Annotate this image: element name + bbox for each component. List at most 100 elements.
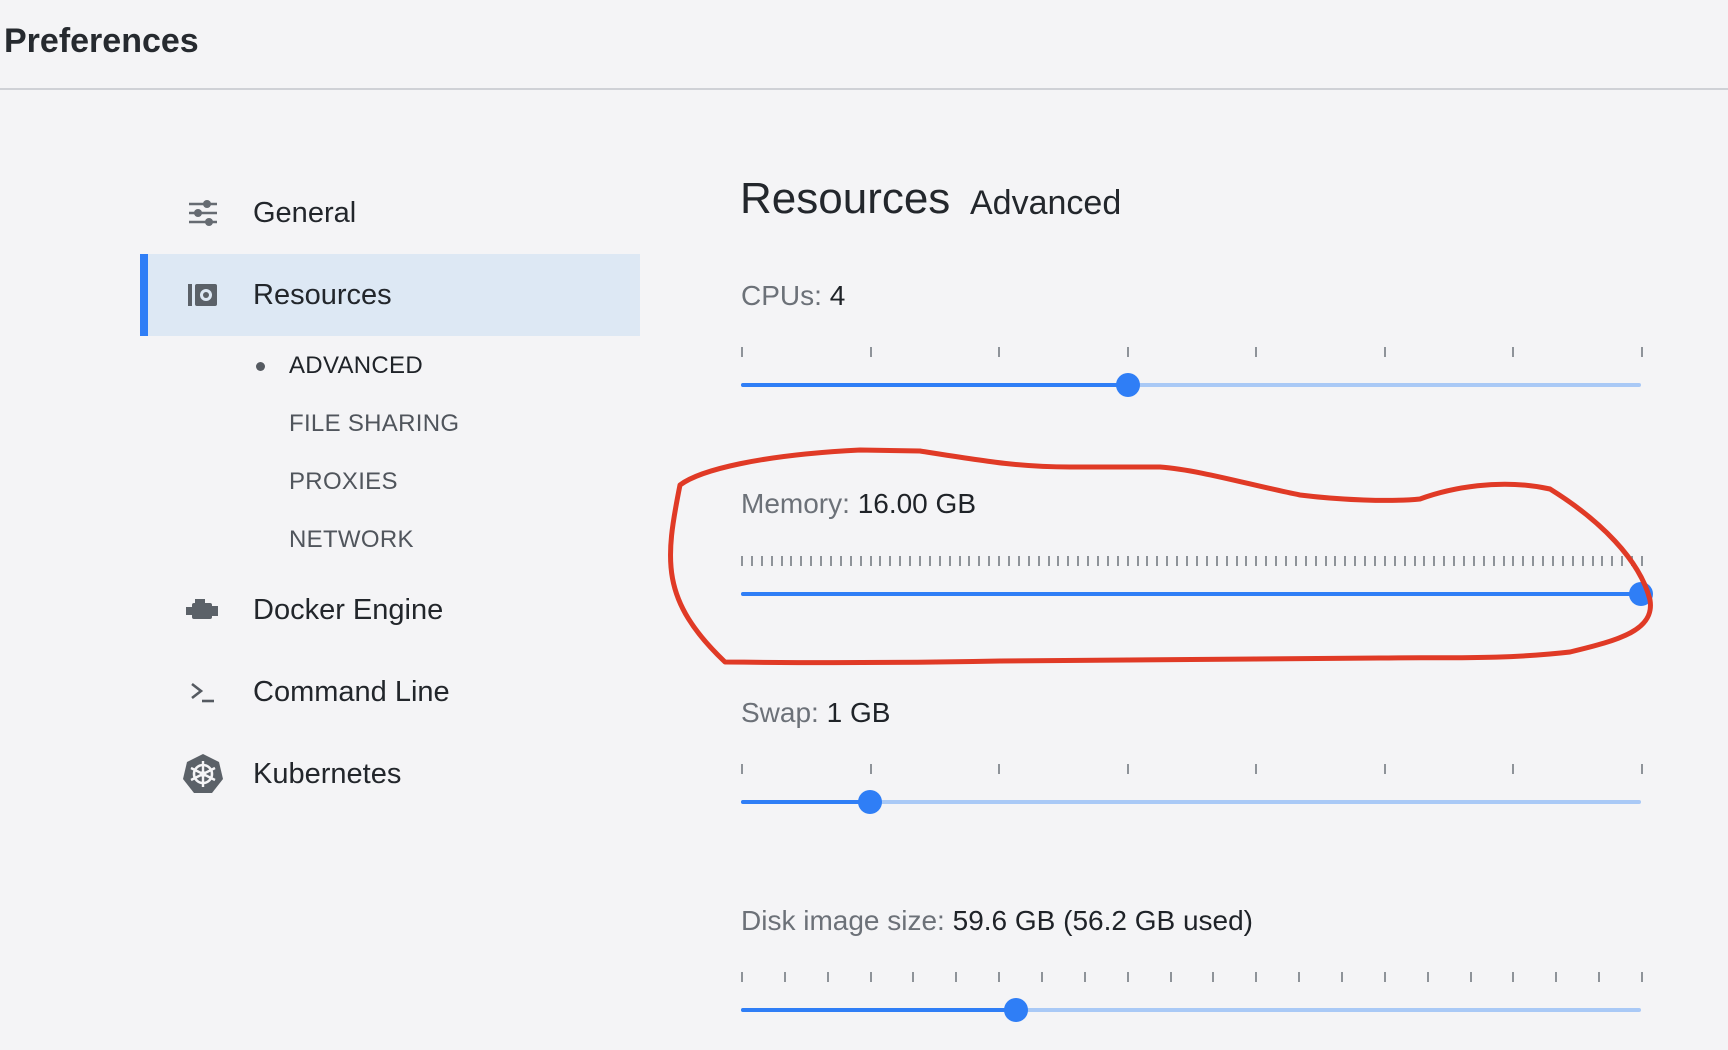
slider-tick: [998, 972, 1001, 982]
swap-label: Swap: 1 GB: [741, 697, 890, 729]
slider-tick: [1245, 556, 1248, 566]
slider-tick: [1156, 556, 1159, 566]
slider-tick: [820, 556, 823, 566]
sidebar: General Resources ADVANCED FILE SHARING …: [0, 0, 660, 1050]
slider-tick: [1166, 556, 1169, 566]
slider-tick: [958, 556, 961, 566]
slider-thumb[interactable]: [1629, 582, 1653, 606]
slider-tick: [1037, 556, 1040, 566]
disk-image-size-slider[interactable]: [741, 972, 1643, 1032]
sidebar-item-label: Command Line: [253, 675, 450, 708]
memory-label: Memory: 16.00 GB: [741, 488, 976, 520]
page-subtitle: Advanced: [970, 184, 1122, 222]
slider-tick: [938, 556, 941, 566]
subitem-proxies[interactable]: PROXIES: [289, 468, 398, 496]
slider-tick: [1255, 764, 1258, 774]
slider-tick: [1275, 556, 1278, 566]
subitem-file-sharing[interactable]: FILE SHARING: [289, 410, 459, 438]
slider-tick: [1512, 972, 1515, 982]
slider-tick: [1598, 972, 1601, 982]
sidebar-item-kubernetes[interactable]: Kubernetes: [140, 733, 640, 815]
slider-tick: [1255, 972, 1258, 982]
slider-fill: [741, 383, 1128, 387]
slider-tick: [1611, 556, 1614, 566]
slider-tick: [1027, 556, 1030, 566]
slider-tick: [1423, 556, 1426, 566]
slider-tick: [889, 556, 892, 566]
slider-tick: [912, 972, 915, 982]
swap-key: Swap:: [741, 697, 819, 728]
sidebar-item-docker-engine[interactable]: Docker Engine: [140, 569, 640, 651]
sidebar-item-general[interactable]: General: [140, 172, 640, 254]
slider-thumb[interactable]: [1116, 373, 1140, 397]
slider-ticks: [741, 347, 1643, 359]
slider-tick: [1364, 556, 1367, 566]
slider-tick: [968, 556, 971, 566]
memory-slider[interactable]: [741, 556, 1653, 616]
slider-tick: [1641, 347, 1643, 357]
slider-tick: [1265, 556, 1268, 566]
slider-tick: [1581, 556, 1584, 566]
slider-thumb[interactable]: [857, 790, 882, 814]
slider-tick: [869, 556, 872, 566]
slider-tick: [1571, 556, 1574, 566]
slider-tick: [1298, 972, 1301, 982]
slider-tick: [1512, 764, 1515, 774]
slider-tick: [790, 556, 793, 566]
slider-fill: [741, 800, 870, 804]
slider-tick: [998, 764, 1001, 774]
cpus-slider[interactable]: [741, 347, 1643, 407]
terminal-icon: [182, 671, 224, 713]
kubernetes-icon: [182, 753, 224, 795]
slider-fill: [741, 1008, 1017, 1012]
slider-tick: [741, 556, 743, 566]
slider-tick: [1169, 972, 1172, 982]
slider-tick: [869, 347, 872, 357]
slider-tick: [1314, 556, 1317, 566]
slider-tick: [928, 556, 931, 566]
slider-tick: [1097, 556, 1100, 566]
slider-fill: [741, 592, 1641, 596]
slider-tick: [826, 972, 829, 982]
slider-tick: [1502, 556, 1505, 566]
page-title: Resources: [740, 174, 951, 223]
subitem-network[interactable]: NETWORK: [289, 526, 414, 554]
slider-tick: [839, 556, 842, 566]
sidebar-item-command-line[interactable]: Command Line: [140, 651, 640, 733]
slider-tick: [1373, 556, 1376, 566]
slider-tick: [760, 556, 763, 566]
slider-tick: [1215, 556, 1218, 566]
slider-tick: [998, 347, 1001, 357]
slider-tick: [859, 556, 862, 566]
slider-tick: [1512, 556, 1515, 566]
subitem-advanced[interactable]: ADVANCED: [289, 352, 423, 380]
slider-tick: [1017, 556, 1020, 566]
slider-tick: [1354, 556, 1357, 566]
slider-tick: [1551, 556, 1554, 566]
slider-tick: [869, 972, 872, 982]
sidebar-item-label: Resources: [253, 278, 392, 311]
slider-tick: [1176, 556, 1179, 566]
slider-thumb[interactable]: [1004, 998, 1029, 1022]
swap-slider[interactable]: [741, 764, 1643, 824]
slider-tick: [1555, 972, 1558, 982]
slider-tick: [1083, 972, 1086, 982]
sliders-icon: [182, 192, 224, 234]
slider-tick: [1641, 764, 1643, 774]
sidebar-item-resources[interactable]: Resources: [140, 254, 640, 336]
slider-tick: [1126, 347, 1129, 357]
current-subitem-bullet: [256, 362, 265, 371]
slider-tick: [869, 764, 872, 774]
slider-tick: [988, 556, 991, 566]
cpus-key: CPUs:: [741, 280, 822, 311]
slider-tick: [1255, 347, 1258, 357]
slider-tick: [810, 556, 813, 566]
slider-tick: [998, 556, 1001, 566]
slider-tick: [1126, 764, 1129, 774]
sidebar-item-label: Kubernetes: [253, 757, 402, 790]
slider-tick: [1008, 556, 1011, 566]
slider-tick: [1304, 556, 1307, 566]
slider-tick: [1591, 556, 1594, 566]
cpus-label: CPUs: 4: [741, 280, 845, 312]
slider-tick: [1284, 556, 1287, 566]
